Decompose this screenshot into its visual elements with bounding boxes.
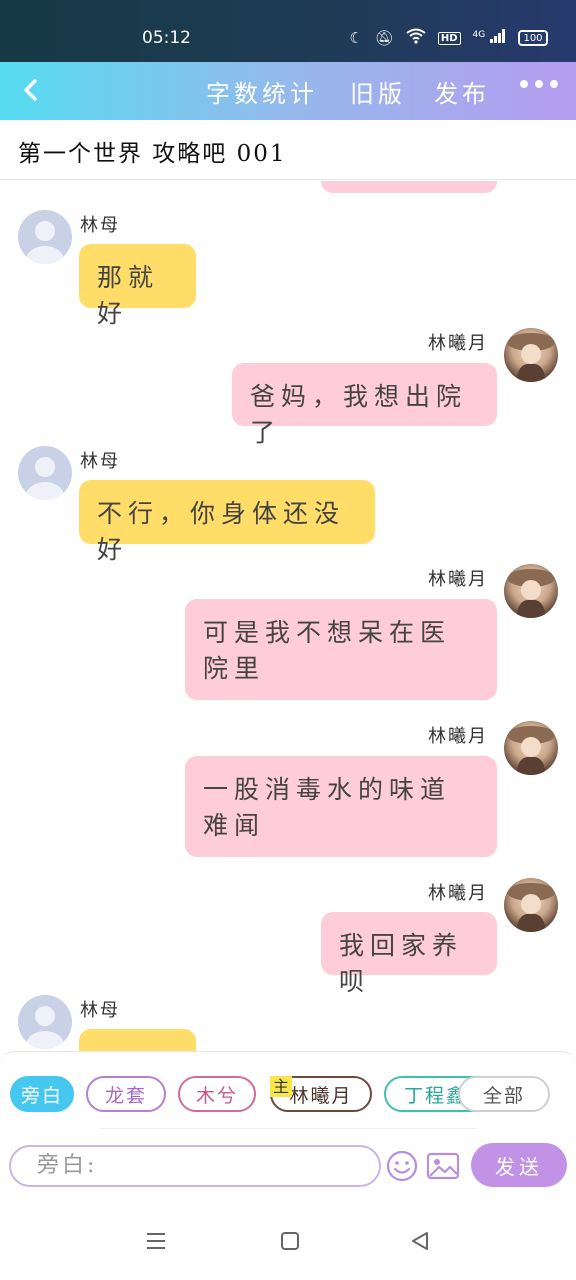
more-options-icon[interactable]	[520, 80, 558, 88]
image-icon	[426, 1152, 460, 1180]
smiley-icon	[386, 1150, 418, 1182]
avatar[interactable]	[18, 995, 72, 1049]
sender-name: 林母	[80, 1000, 120, 1021]
message-bubble[interactable]: 可是我不想呆在医院里	[185, 599, 497, 700]
avatar[interactable]	[18, 210, 72, 264]
divider	[100, 1128, 476, 1129]
sender-name: 林母	[80, 215, 120, 236]
home-nav-button[interactable]	[278, 1229, 302, 1253]
message-bubble[interactable]	[79, 1029, 196, 1051]
message-bubble[interactable]: 爸妈，我想出院了	[232, 363, 497, 447]
main-role-badge: 主	[270, 1076, 292, 1097]
hd-icon: HD	[437, 31, 461, 45]
avatar[interactable]	[504, 721, 558, 775]
sender-name: 林曦月	[428, 569, 488, 590]
message-bubble-partial	[321, 181, 497, 193]
default-avatar-icon	[26, 1006, 64, 1049]
wifi-icon	[406, 28, 426, 48]
send-button[interactable]: 发送	[471, 1143, 567, 1187]
message-bubble[interactable]: 那就好	[79, 244, 196, 328]
message-input[interactable]: 旁白:	[9, 1145, 381, 1187]
message-bubble[interactable]: 一股消毒水的味道难闻	[185, 756, 497, 857]
system-nav-bar	[0, 1191, 576, 1280]
sender-name: 林曦月	[428, 726, 488, 747]
sender-name: 林母	[80, 451, 120, 472]
word-count-button[interactable]: 字数统计	[206, 74, 318, 109]
signal-icon: 4G	[473, 29, 506, 47]
status-bar: 05:12 ☾ 🔕︎ HD 4G 100	[0, 0, 576, 62]
user-avatar-icon	[507, 569, 555, 618]
moon-icon: ☾	[349, 29, 363, 47]
chapter-title-bar: 第一个世界 攻略吧 001	[0, 120, 576, 180]
message-bubble[interactable]: 我回家养呗	[321, 912, 497, 996]
default-avatar-icon	[26, 221, 64, 264]
back-nav-button[interactable]	[408, 1229, 432, 1253]
role-chips: 旁白 龙套 木兮 林曦月 丁程鑫 全部 主	[10, 1076, 566, 1116]
publish-button[interactable]: 发布	[434, 74, 490, 109]
avatar[interactable]	[504, 878, 558, 932]
emoji-button[interactable]	[386, 1150, 418, 1182]
chip-extra[interactable]: 龙套	[86, 1076, 166, 1112]
back-button[interactable]	[14, 72, 50, 108]
image-button[interactable]	[426, 1150, 460, 1182]
message-bubble[interactable]: 不行，你身体还没好	[79, 480, 375, 564]
sender-name: 林曦月	[428, 883, 488, 904]
status-time: 05:12	[142, 28, 191, 48]
menu-nav-button[interactable]	[144, 1229, 168, 1253]
hamburger-icon	[147, 1233, 165, 1249]
battery-icon: 100	[518, 30, 548, 46]
app-header: 字数统计 旧版 发布	[0, 62, 576, 120]
home-square-icon	[281, 1232, 299, 1250]
user-avatar-icon	[507, 726, 555, 775]
composer-panel: 旁白 龙套 木兮 林曦月 丁程鑫 全部 主 旁白: 发送	[0, 1051, 576, 1191]
chip-all[interactable]: 全部	[458, 1076, 550, 1112]
chip-narrator[interactable]: 旁白	[10, 1076, 74, 1112]
status-icons: ☾ 🔕︎ HD 4G 100	[349, 28, 548, 48]
mute-icon: 🔕︎	[374, 29, 394, 47]
user-avatar-icon	[507, 333, 555, 382]
sender-name: 林曦月	[428, 333, 488, 354]
avatar[interactable]	[504, 328, 558, 382]
chat-area[interactable]: 林母 那就好 林曦月 爸妈，我想出院了 林母 不行，你身体还没好 林曦月 可是我…	[0, 181, 576, 1051]
default-avatar-icon	[26, 457, 64, 500]
old-version-button[interactable]: 旧版	[350, 74, 406, 109]
chapter-title: 第一个世界 攻略吧 001	[18, 141, 287, 167]
chip-muxi[interactable]: 木兮	[178, 1076, 256, 1112]
chevron-left-icon	[24, 79, 37, 101]
user-avatar-icon	[507, 883, 555, 932]
avatar[interactable]	[18, 446, 72, 500]
avatar[interactable]	[504, 564, 558, 618]
triangle-back-icon	[412, 1232, 428, 1250]
